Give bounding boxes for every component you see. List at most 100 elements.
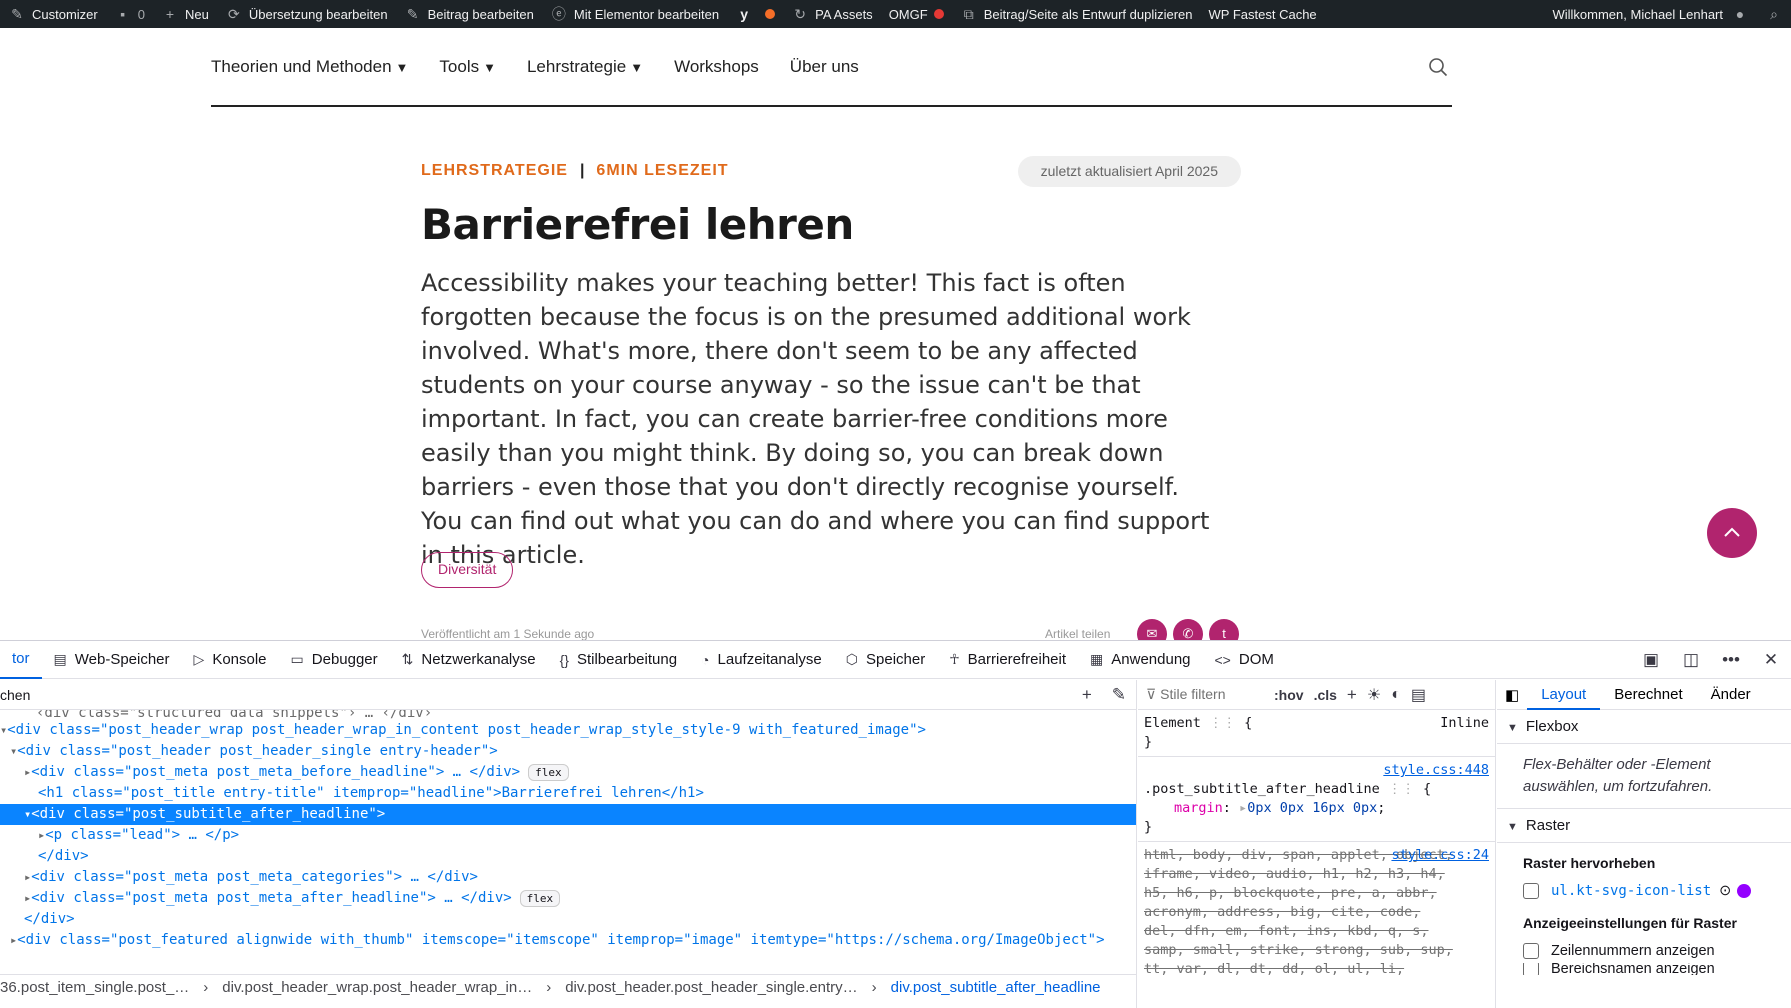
- close-icon[interactable]: ✕: [1751, 650, 1791, 670]
- translate-icon: ⟳: [227, 5, 240, 22]
- cls-toggle[interactable]: .cls: [1314, 687, 1337, 703]
- tab-style-editor[interactable]: {} Stilbearbeitung: [548, 641, 689, 679]
- nav-item-lehrstrategie[interactable]: Lehrstrategie ▼: [527, 57, 643, 77]
- hov-toggle[interactable]: :hov: [1274, 687, 1304, 703]
- html-search-input[interactable]: chen + ✎: [0, 680, 1136, 710]
- memory-icon: ⬡: [845, 651, 858, 667]
- customizer-link[interactable]: ✎ Customizer: [0, 0, 106, 28]
- category-link[interactable]: LEHRSTRATEGIE: [421, 156, 568, 186]
- tab-application[interactable]: ▦ Anwendung: [1078, 641, 1202, 679]
- layout-view: ◧ Layout Berechnet Änder ▼ Flexbox Flex-B…: [1497, 680, 1791, 1008]
- markup-line[interactable]: ▸<div class="post_meta post_meta_categor…: [0, 867, 1136, 888]
- search-icon: ⌕: [1770, 5, 1778, 22]
- add-node-icon[interactable]: +: [1082, 685, 1092, 705]
- print-media-icon[interactable]: ▤: [1411, 685, 1426, 705]
- tab-memory[interactable]: ⬡ Speicher: [834, 641, 937, 679]
- sidebar-toggle-icon[interactable]: ◧: [1497, 686, 1527, 704]
- breadcrumb-item[interactable]: div.post_header.post_header_single.entry…: [551, 979, 871, 996]
- flex-badge[interactable]: flex: [528, 764, 569, 781]
- tab-inspector[interactable]: tor: [0, 641, 42, 679]
- comment-icon: ▪: [120, 6, 126, 22]
- meta-separator: |: [579, 162, 585, 179]
- markup-line[interactable]: <h1 class="post_title entry-title" itemp…: [0, 783, 1136, 804]
- breadcrumb-item-current[interactable]: div.post_subtitle_after_headline: [877, 979, 1115, 996]
- markup-line[interactable]: </div>: [0, 909, 1136, 930]
- add-rule-icon[interactable]: +: [1347, 685, 1357, 705]
- gauge-icon: ◔: [701, 651, 710, 668]
- markup-line[interactable]: ▸<div class="post_meta post_meta_after_h…: [0, 888, 1136, 909]
- triangle-down-icon: ▼: [1507, 722, 1518, 734]
- dock-icon[interactable]: ◫: [1671, 650, 1711, 670]
- translation-link[interactable]: ⟳ Übersetzung bearbeiten: [217, 0, 396, 28]
- brush-icon: ✎: [11, 5, 23, 22]
- tab-console[interactable]: ▷ Konsole: [182, 641, 279, 679]
- breadcrumb-item[interactable]: 36.post_item_single.post_…: [0, 979, 203, 996]
- light-theme-icon[interactable]: ☀: [1367, 685, 1381, 705]
- markup-line[interactable]: ▸<div class="post_meta post_meta_before_…: [0, 762, 1136, 783]
- omgf-link[interactable]: OMGF: [881, 0, 952, 28]
- tab-network[interactable]: ⇅ Netzwerkanalyse: [390, 641, 548, 679]
- markup-line[interactable]: ▸<div class="post_featured alignwide wit…: [0, 930, 1136, 951]
- tab-dom[interactable]: <> DOM: [1203, 641, 1286, 679]
- account-link[interactable]: Willkommen, Michael Lenhart ●: [1544, 0, 1757, 28]
- tab-storage[interactable]: ▤ Web-Speicher: [42, 641, 182, 679]
- tab-debugger[interactable]: ▭ Debugger: [279, 641, 390, 679]
- markup-line[interactable]: ‹div class="structured_data_snippets"› ……: [0, 710, 1136, 720]
- nav-item-workshops[interactable]: Workshops: [674, 57, 759, 77]
- page-title: Barrierefrei lehren: [421, 200, 854, 249]
- eyedropper-icon[interactable]: ✎: [1112, 685, 1126, 705]
- grid-item-row: ul.kt-svg-icon-list ⊙: [1497, 879, 1791, 903]
- elementor-icon: ⓔ: [551, 6, 566, 22]
- tab-accessibility[interactable]: ☥ Barrierefreiheit: [937, 641, 1078, 679]
- tab-performance[interactable]: ◔ Laufzeitanalyse: [689, 641, 834, 679]
- fastest-cache-link[interactable]: WP Fastest Cache: [1201, 0, 1325, 28]
- flexbox-section-header[interactable]: ▼ Flexbox: [1497, 710, 1791, 744]
- scroll-to-top-button[interactable]: [1707, 508, 1757, 558]
- filter-styles-input[interactable]: ⊽ Stile filtern: [1146, 686, 1264, 703]
- markup-line-selected[interactable]: ▾<div class="post_subtitle_after_headlin…: [0, 804, 1136, 825]
- dark-theme-icon[interactable]: ◐: [1391, 686, 1401, 704]
- caret-down-icon: ▼: [483, 59, 496, 75]
- split-console-icon[interactable]: ▣: [1631, 650, 1671, 670]
- line-numbers-checkbox[interactable]: [1523, 943, 1539, 959]
- plus-icon: +: [165, 6, 175, 22]
- nav-item-ueber-uns[interactable]: Über uns: [790, 57, 859, 77]
- admin-search-button[interactable]: ⌕: [1757, 0, 1791, 28]
- edit-post-link[interactable]: ✎ Beitrag bearbeiten: [396, 0, 542, 28]
- nav-item-theorien[interactable]: Theorien und Methoden ▼: [211, 57, 408, 77]
- caret-down-icon: ▼: [395, 59, 409, 75]
- triangle-down-icon: ▼: [1507, 821, 1518, 833]
- breadcrumb-item[interactable]: div.post_header_wrap.post_header_wrap_in…: [208, 979, 546, 996]
- omgf-status-dot: [933, 9, 944, 19]
- elementor-link[interactable]: ⓔ Mit Elementor bearbeiten: [542, 0, 727, 28]
- target-icon[interactable]: ⊙: [1719, 883, 1731, 899]
- tab-changes[interactable]: Änder: [1697, 680, 1765, 710]
- grid-color-swatch[interactable]: [1737, 884, 1752, 898]
- new-content-link[interactable]: + Neu: [153, 0, 217, 28]
- duplicate-draft-link[interactable]: ⧉ Beitrag/Seite als Entwurf duplizieren: [952, 0, 1201, 28]
- line-numbers-row: Zeilennummern anzeigen: [1497, 939, 1791, 963]
- copy-icon: ⧉: [963, 5, 974, 22]
- search-icon[interactable]: [1428, 57, 1448, 77]
- flex-badge[interactable]: flex: [519, 890, 561, 907]
- markup-line[interactable]: ▾<div class="post_header_wrap post_heade…: [0, 720, 1136, 741]
- markup-line[interactable]: </div>: [0, 846, 1136, 867]
- tag-link[interactable]: Diversität: [421, 552, 514, 588]
- grid-item-selector[interactable]: ul.kt-svg-icon-list: [1551, 883, 1711, 899]
- pa-assets-link[interactable]: ↻ PA Assets: [783, 0, 881, 28]
- user-icon: ●: [1735, 6, 1745, 22]
- grid-section-header[interactable]: ▼ Raster: [1497, 808, 1791, 843]
- stylesheet-link[interactable]: style.css:448: [1383, 761, 1489, 780]
- area-names-row: Bereichsnamen anzeigen: [1497, 963, 1791, 975]
- more-options-icon[interactable]: •••: [1711, 650, 1751, 670]
- tab-computed[interactable]: Berechnet: [1600, 680, 1696, 710]
- tab-layout[interactable]: Layout: [1527, 680, 1601, 710]
- comments-link[interactable]: ▪ 0: [106, 0, 153, 28]
- grid-item-checkbox[interactable]: [1523, 883, 1539, 899]
- area-names-checkbox[interactable]: [1523, 963, 1539, 975]
- nav-item-tools[interactable]: Tools ▼: [439, 57, 496, 77]
- yoast-link[interactable]: y: [727, 0, 783, 28]
- stylesheet-link[interactable]: style.css:24: [1391, 846, 1489, 865]
- markup-line[interactable]: ▸<p class="lead"> … </p>: [0, 825, 1136, 846]
- markup-line[interactable]: ▾<div class="post_header post_header_sin…: [0, 741, 1136, 762]
